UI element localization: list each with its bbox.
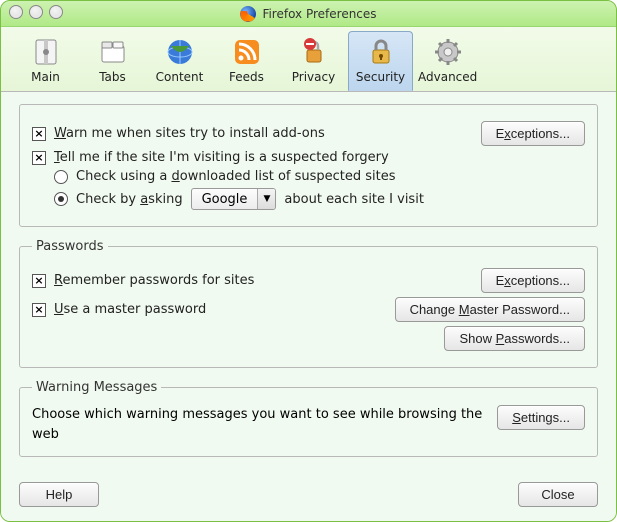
security-icon	[365, 36, 397, 68]
preferences-window: Firefox Preferences Main Tabs Content	[0, 0, 617, 522]
dialog-footer: Help Close	[19, 474, 598, 507]
minimize-window-button[interactable]	[29, 5, 43, 19]
change-master-password-button[interactable]: Change Master Password...	[395, 297, 585, 322]
check-asking-label: Check by asking	[76, 192, 183, 207]
tab-label: Main	[16, 70, 75, 84]
forgery-provider-select[interactable]: Google ▼	[191, 188, 277, 210]
warnings-legend: Warning Messages	[32, 380, 161, 395]
check-downloaded-radio[interactable]	[54, 170, 68, 184]
content-area: × Warn me when sites try to install add-…	[1, 92, 616, 521]
feeds-icon	[231, 36, 263, 68]
firefox-icon	[240, 6, 256, 22]
warning-messages-group: Warning Messages Choose which warning me…	[19, 380, 598, 457]
addons-exceptions-button[interactable]: Exceptions...	[481, 121, 585, 146]
warnings-description: Choose which warning messages you want t…	[32, 405, 483, 444]
tab-main[interactable]: Main	[13, 31, 78, 91]
main-icon	[30, 36, 62, 68]
check-asking-tail: about each site I visit	[284, 192, 424, 207]
remember-passwords-label: Remember passwords for sites	[54, 273, 473, 288]
help-button[interactable]: Help	[19, 482, 99, 507]
remember-passwords-checkbox[interactable]: ×	[32, 274, 46, 288]
window-title: Firefox Preferences	[262, 7, 376, 21]
passwords-legend: Passwords	[32, 239, 108, 254]
warn-addons-checkbox[interactable]: ×	[32, 127, 46, 141]
passwords-group: Passwords × Remember passwords for sites…	[19, 239, 598, 368]
warn-addons-label: Warn me when sites try to install add-on…	[54, 126, 473, 141]
advanced-icon	[432, 36, 464, 68]
tab-advanced[interactable]: Advanced	[415, 31, 480, 91]
zoom-window-button[interactable]	[49, 5, 63, 19]
tab-label: Content	[150, 70, 209, 84]
tab-label: Tabs	[83, 70, 142, 84]
tab-content[interactable]: Content	[147, 31, 212, 91]
tell-forgery-label: Tell me if the site I'm visiting is a su…	[54, 150, 585, 165]
tab-label: Advanced	[418, 70, 477, 84]
tab-security[interactable]: Security	[348, 31, 413, 91]
titlebar: Firefox Preferences	[1, 1, 616, 27]
passwords-exceptions-button[interactable]: Exceptions...	[481, 268, 585, 293]
tab-label: Security	[351, 70, 410, 84]
check-downloaded-label: Check using a downloaded list of suspect…	[76, 169, 396, 184]
window-controls	[9, 5, 63, 19]
tell-forgery-checkbox[interactable]: ×	[32, 151, 46, 165]
tab-privacy[interactable]: Privacy	[281, 31, 346, 91]
privacy-icon	[298, 36, 330, 68]
close-window-button[interactable]	[9, 5, 23, 19]
warnings-settings-button[interactable]: Settings...	[497, 405, 585, 430]
tab-label: Privacy	[284, 70, 343, 84]
prefs-toolbar: Main Tabs Content Feeds Privacy	[1, 27, 616, 92]
content-icon	[164, 36, 196, 68]
tab-tabs[interactable]: Tabs	[80, 31, 145, 91]
addons-forgery-group: × Warn me when sites try to install add-…	[19, 104, 598, 227]
tab-feeds[interactable]: Feeds	[214, 31, 279, 91]
tab-label: Feeds	[217, 70, 276, 84]
close-button[interactable]: Close	[518, 482, 598, 507]
chevron-down-icon: ▼	[257, 189, 275, 209]
master-password-checkbox[interactable]: ×	[32, 303, 46, 317]
check-asking-radio[interactable]	[54, 192, 68, 206]
master-password-label: Use a master password	[54, 302, 387, 317]
select-value: Google	[192, 192, 258, 207]
tabs-icon	[97, 36, 129, 68]
show-passwords-button[interactable]: Show Passwords...	[444, 326, 585, 351]
